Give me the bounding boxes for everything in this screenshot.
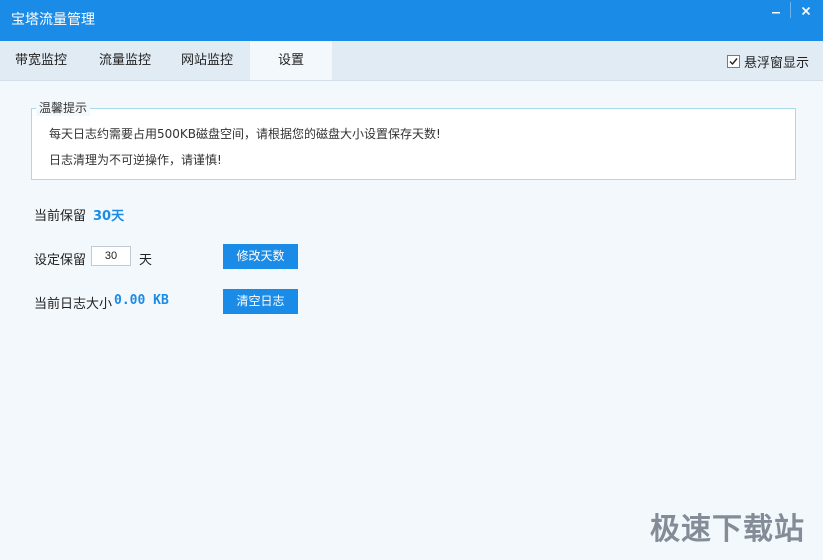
float-window-label: 悬浮窗显示 xyxy=(743,55,809,71)
window-button-divider xyxy=(790,2,791,18)
set-retention-label: 设定保留 xyxy=(34,253,87,268)
current-retention-value: 30天 xyxy=(93,209,125,224)
tips-line-disk-usage: 每天日志约需要占用500KB磁盘空间，请根据您的磁盘大小设置保存天数! xyxy=(49,127,441,141)
tab-site-monitor[interactable]: 网站监控 xyxy=(166,41,248,80)
float-window-checkbox[interactable] xyxy=(726,54,740,68)
log-size-label: 当前日志大小 xyxy=(34,297,113,312)
clear-log-button[interactable]: 清空日志 xyxy=(223,289,298,314)
window-title: 宝塔流量管理 xyxy=(11,12,95,28)
tab-bandwidth-monitor[interactable]: 带宽监控 xyxy=(0,41,82,80)
close-icon xyxy=(801,6,811,16)
app-window: 宝塔流量管理 带宽监控 流量监控 网站监控 设置 悬浮窗显示 温馨提示 每天日志… xyxy=(0,0,823,560)
minimize-icon xyxy=(772,12,780,14)
checkmark-icon xyxy=(729,57,738,65)
current-retention-label: 当前保留 xyxy=(34,209,87,224)
retention-days-unit: 天 xyxy=(139,253,153,268)
title-bar[interactable]: 宝塔流量管理 xyxy=(0,0,823,41)
tab-bar: 带宽监控 流量监控 网站监控 设置 悬浮窗显示 xyxy=(0,41,823,81)
minimize-button[interactable] xyxy=(762,0,790,22)
tab-traffic-monitor[interactable]: 流量监控 xyxy=(84,41,166,80)
tab-settings[interactable]: 设置 xyxy=(250,41,332,80)
tips-legend: 温馨提示 xyxy=(36,100,91,116)
retention-days-input[interactable] xyxy=(91,246,131,266)
modify-days-button[interactable]: 修改天数 xyxy=(223,244,298,269)
float-window-toggle[interactable]: 悬浮窗显示 xyxy=(726,53,809,71)
site-watermark: 极速下载站 xyxy=(650,512,805,547)
log-size-value: 0.00 KB xyxy=(114,293,169,308)
tips-box: 温馨提示 每天日志约需要占用500KB磁盘空间，请根据您的磁盘大小设置保存天数!… xyxy=(31,100,796,180)
tips-line-irreversible: 日志清理为不可逆操作，请谨慎! xyxy=(49,153,222,167)
close-button[interactable] xyxy=(792,0,820,22)
